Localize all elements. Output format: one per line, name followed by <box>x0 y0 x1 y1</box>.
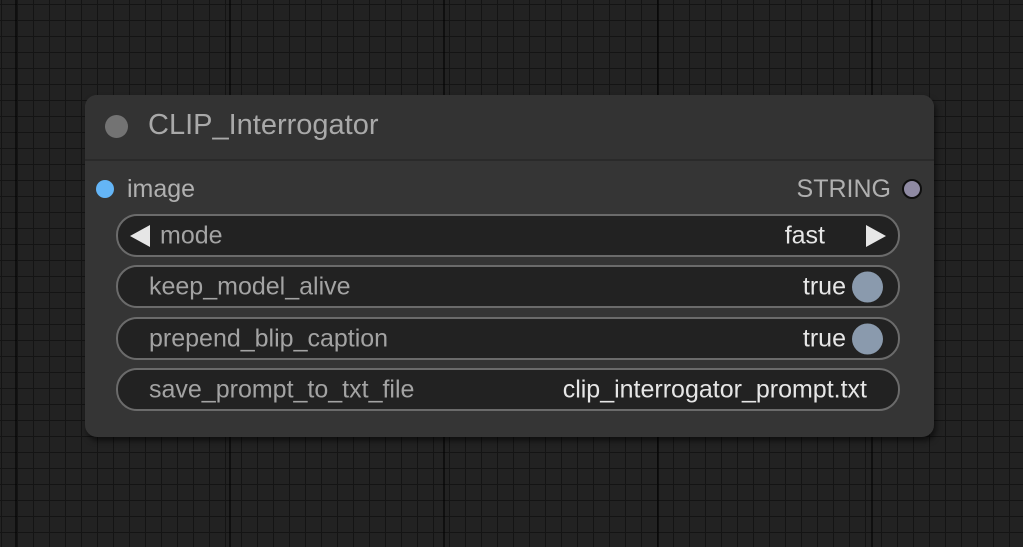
graph-canvas[interactable]: { "node": { "title": "CLIP_Interrogator"… <box>0 0 1023 547</box>
image-input-label: image <box>127 175 196 203</box>
keep-model-alive-value: true <box>802 272 846 300</box>
image-input-slot-icon[interactable] <box>96 180 114 198</box>
node-header[interactable]: CLIP_Interrogator <box>85 95 934 161</box>
string-output-slot-icon[interactable] <box>902 179 922 199</box>
mode-label: mode <box>160 221 223 249</box>
string-output-label: STRING <box>796 175 891 203</box>
node-title: CLIP_Interrogator <box>148 109 379 141</box>
keep-model-alive-toggle[interactable]: keep_model_alive true <box>116 265 900 308</box>
mode-combo-widget[interactable]: mode fast <box>116 214 900 257</box>
toggle-knob-icon[interactable] <box>852 323 883 354</box>
prepend-blip-caption-label: prepend_blip_caption <box>149 324 389 352</box>
arrow-right-icon[interactable] <box>866 224 886 247</box>
save-prompt-label: save_prompt_to_txt_file <box>149 375 415 403</box>
save-prompt-text-widget[interactable]: save_prompt_to_txt_file clip_interrogato… <box>116 368 900 411</box>
collapse-dot-icon[interactable] <box>105 115 128 138</box>
arrow-left-icon[interactable] <box>130 224 150 247</box>
toggle-knob-icon[interactable] <box>852 271 883 302</box>
prepend-blip-caption-value: true <box>802 324 846 352</box>
clip-interrogator-node[interactable]: CLIP_Interrogator image STRING mode fast… <box>85 95 934 437</box>
keep-model-alive-label: keep_model_alive <box>149 272 351 300</box>
prepend-blip-caption-toggle[interactable]: prepend_blip_caption true <box>116 317 900 360</box>
save-prompt-value: clip_interrogator_prompt.txt <box>562 375 867 403</box>
mode-value: fast <box>784 221 825 249</box>
